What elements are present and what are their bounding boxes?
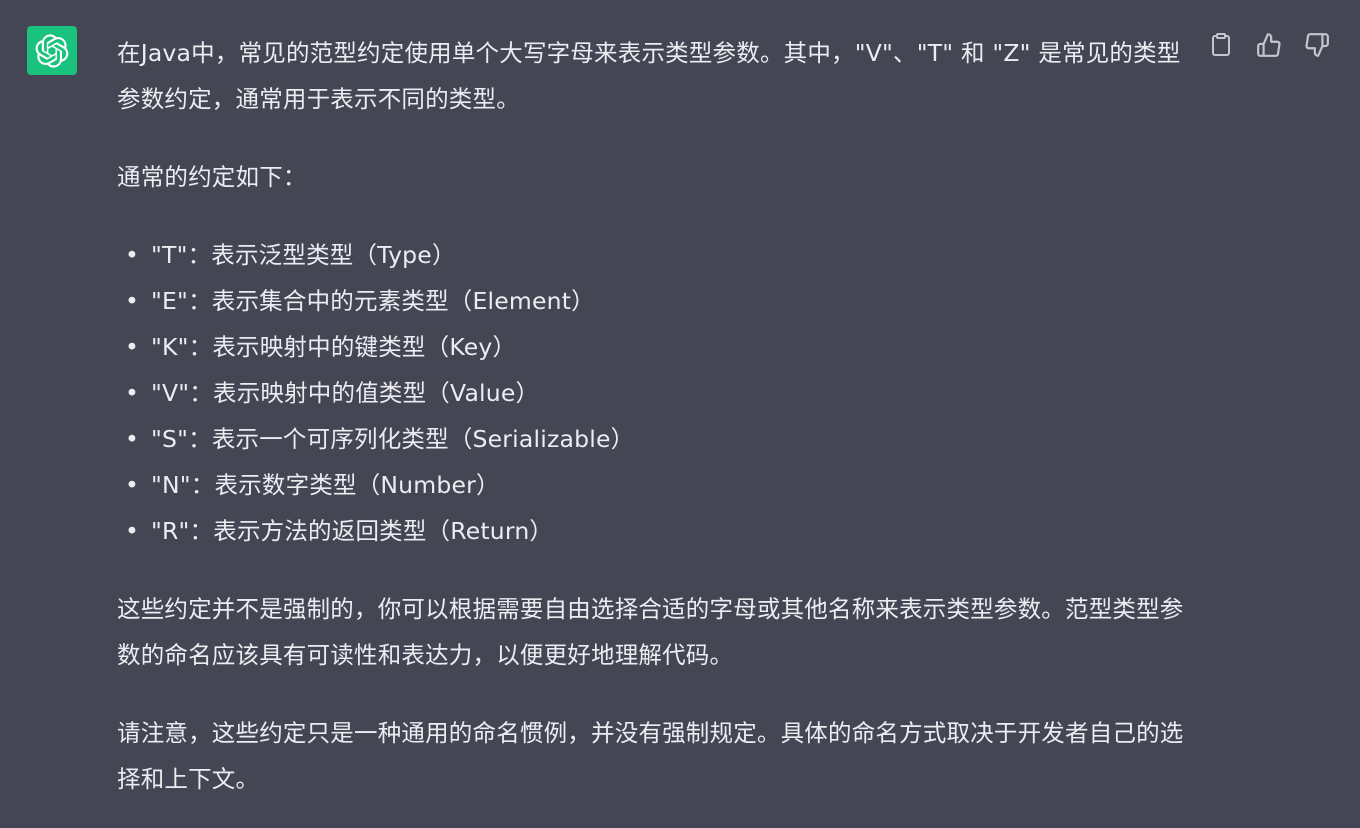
assistant-message: 在Java中，常见的范型约定使用单个大写字母来表示类型参数。其中，"V"、"T"… <box>117 30 1187 828</box>
list-item-text: "V"：表示映射中的值类型（Value） <box>151 379 540 407</box>
list-item: • "S"：表示一个可序列化类型（Serializable） <box>117 416 1187 462</box>
bullet-icon: • <box>125 471 140 499</box>
list-item: • "K"：表示映射中的键类型（Key） <box>117 324 1187 370</box>
list-item: • "E"：表示集合中的元素类型（Element） <box>117 278 1187 324</box>
list-item: • "N"：表示数字类型（Number） <box>117 462 1187 508</box>
flexibility-paragraph: 这些约定并不是强制的，你可以根据需要自由选择合适的字母或其他名称来表示类型参数。… <box>117 595 1184 669</box>
list-item-text: "E"：表示集合中的元素类型（Element） <box>151 287 595 315</box>
clipboard-icon <box>1212 33 1230 56</box>
list-item-text: "R"：表示方法的返回类型（Return） <box>151 517 554 545</box>
list-item: • "R"：表示方法的返回类型（Return） <box>117 508 1187 554</box>
list-item: • "T"：表示泛型类型（Type） <box>117 232 1187 278</box>
thumbs-down-icon <box>1305 33 1329 57</box>
openai-logo-icon <box>35 33 69 68</box>
bullet-icon: • <box>125 379 140 407</box>
bullet-icon: • <box>125 287 140 315</box>
list-item-text: "K"：表示映射中的键类型（Key） <box>151 333 517 361</box>
bullet-icon: • <box>125 425 140 453</box>
list-item-text: "S"：表示一个可序列化类型（Serializable） <box>151 425 635 453</box>
intro-paragraph: 在Java中，常见的范型约定使用单个大写字母来表示类型参数。其中，"V"、"T"… <box>117 39 1181 113</box>
dislike-button[interactable] <box>1303 31 1331 59</box>
assistant-avatar <box>27 26 77 75</box>
thumbs-up-icon <box>1257 33 1281 57</box>
message-actions <box>1207 31 1331 59</box>
bullet-icon: • <box>125 241 140 269</box>
list-item-text: "T"：表示泛型类型（Type） <box>151 241 456 269</box>
note-paragraph: 请注意，这些约定只是一种通用的命名惯例，并没有强制规定。具体的命名方式取决于开发… <box>117 719 1184 793</box>
bullet-icon: • <box>125 333 140 361</box>
copy-button[interactable] <box>1207 31 1235 59</box>
conventions-list: • "T"：表示泛型类型（Type） • "E"：表示集合中的元素类型（Elemen… <box>117 232 1187 554</box>
list-item-text: "N"：表示数字类型（Number） <box>151 471 500 499</box>
bullet-icon: • <box>125 517 140 545</box>
conventions-heading: 通常的约定如下： <box>117 163 307 191</box>
like-button[interactable] <box>1255 31 1283 59</box>
list-item: • "V"：表示映射中的值类型（Value） <box>117 370 1187 416</box>
